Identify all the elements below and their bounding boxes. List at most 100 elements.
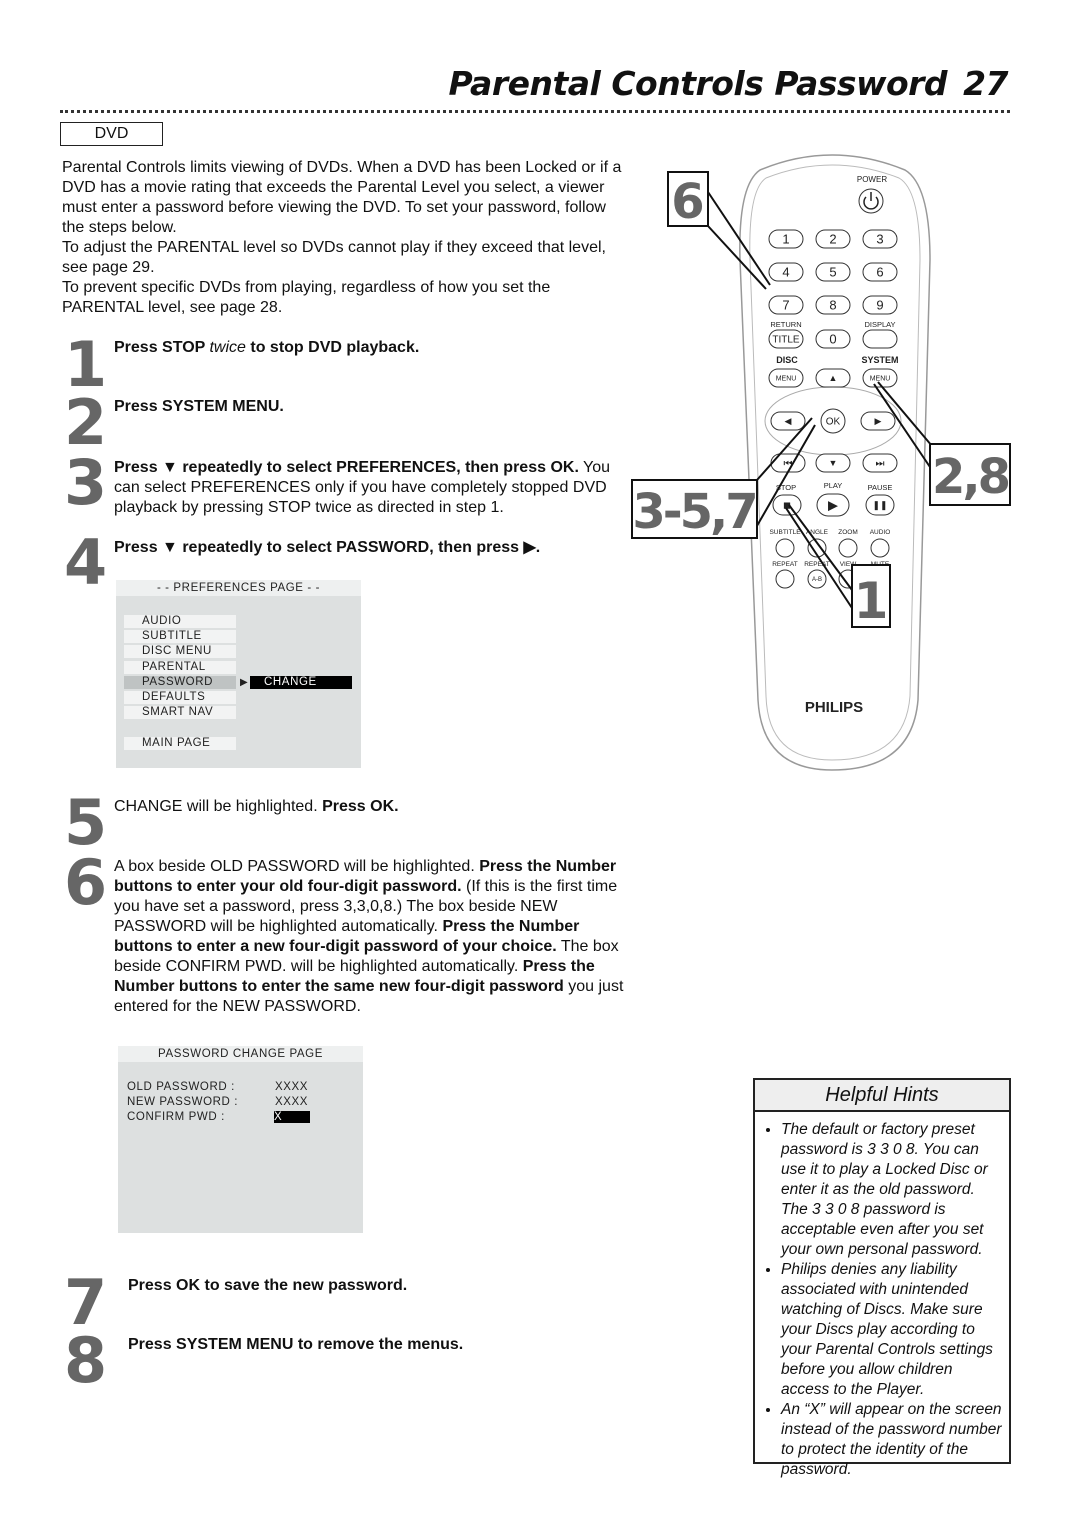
ok-label: OK [826, 417, 841, 428]
display-button[interactable] [862, 329, 898, 349]
next-icon: ⏭ [876, 459, 885, 470]
intro-paragraph: Parental Controls limits viewing of DVDs… [62, 159, 622, 236]
menu-title: PASSWORD CHANGE PAGE [118, 1046, 363, 1062]
display-label: DISPLAY [864, 320, 895, 329]
step-number: 5 [64, 786, 108, 859]
intro-paragraph: To prevent specific DVDs from playing, r… [62, 279, 551, 316]
hints-list: The default or factory preset password i… [755, 1120, 1009, 1480]
zoom-label: ZOOM [838, 529, 858, 536]
callout-3-5-7: 3-5,7 [632, 484, 755, 540]
menu-item[interactable]: SUBTITLE [124, 630, 236, 643]
menu-item[interactable]: PARENTAL [124, 661, 236, 674]
remote-control-illustration: POWER 1 2 34 5 67 8 9TITLE 0MENU ▲ MENU◀ OK ▶⏮ ▼ ⏭■ ▶ ❚… [631, 154, 1012, 771]
step-number: 2 [64, 386, 108, 459]
digit-button-label: 4 [782, 265, 789, 280]
page-title: Parental Controls Password 27 [448, 64, 1008, 103]
digit-button-label: 1 [782, 232, 789, 247]
preferences-menu-screen: - - PREFERENCES PAGE - - AUDIO SUBTITLE … [116, 580, 361, 768]
audio-button[interactable] [870, 538, 890, 558]
section-tag: DVD [60, 122, 163, 146]
disc-menu-button-label: MENU [776, 376, 797, 383]
digit-button-label: 7 [782, 298, 789, 313]
audio-label: AUDIO [870, 529, 891, 536]
disc-label: DISC [776, 355, 798, 365]
digit-button-label: 6 [876, 265, 883, 280]
step-text-segment: Press SYSTEM MENU. [114, 398, 284, 415]
new-password-value[interactable]: XXXX [275, 1096, 308, 1108]
confirm-password-value[interactable]: X [274, 1111, 310, 1123]
step-text-segment: Press OK. [322, 798, 399, 815]
menu-item-selected[interactable]: PASSWORD [124, 676, 236, 689]
step-text: Press SYSTEM MENU. [114, 397, 626, 417]
arrow-right-icon: ▶ [240, 677, 249, 688]
zoom-button[interactable] [838, 538, 858, 558]
hint-item: Philips denies any liability associ­ated… [781, 1260, 1003, 1400]
hint-item: The default or factory preset password i… [781, 1120, 1003, 1260]
field-label: OLD PASSWORD : [127, 1081, 235, 1093]
digit-button-label: 3 [876, 232, 883, 247]
digit-button-label: 8 [829, 298, 836, 313]
digit-button-label: 9 [876, 298, 883, 313]
menu-item[interactable]: DEFAULTS [124, 691, 236, 704]
step-text: A box beside OLD PASSWORD will be highli… [114, 857, 624, 1017]
hint-item: An “X” will appear on the screen instead… [781, 1400, 1003, 1480]
step-number: 8 [64, 1324, 108, 1397]
menu-item[interactable]: AUDIO [124, 615, 236, 628]
subtitle-button[interactable] [775, 538, 795, 558]
step-text: Press STOP twice to stop DVD playback. [114, 338, 626, 358]
manual-page: Parental Controls Password 27 DVD Parenta… [0, 0, 1080, 1528]
intro-paragraph: To adjust the PARENTAL level so DVDs can… [62, 239, 606, 276]
menu-item[interactable]: DISC MENU [124, 645, 236, 658]
step-text: Press ▼ repeatedly to select PASSWORD, t… [114, 538, 626, 558]
repeat-button[interactable] [775, 569, 795, 589]
repeat-label: REPEAT [772, 561, 798, 568]
old-password-value[interactable]: XXXX [275, 1081, 308, 1093]
password-change-screen: PASSWORD CHANGE PAGE OLD PASSWORD : XXXX… [118, 1046, 363, 1233]
pause-icon: ❚❚ [872, 500, 887, 511]
step-text-segment: A box beside OLD PASSWORD will be highli… [114, 858, 480, 875]
step-text-segment: CHANGE will be highlighted. [114, 798, 323, 815]
subtitle-label: SUBTITLE [769, 529, 801, 536]
digit-button-label: 2 [829, 232, 836, 247]
title-text: Parental Controls Password [448, 64, 948, 103]
step-text-segment: twice [209, 339, 246, 356]
right-arrow-icon: ▶ [875, 416, 882, 426]
title-button-label: TITLE [772, 335, 800, 346]
main-page-item[interactable]: MAIN PAGE [124, 737, 236, 750]
menu-title: - - PREFERENCES PAGE - - [116, 580, 361, 596]
step-text: Press SYSTEM MENU to remove the menus. [128, 1335, 640, 1355]
step-text: Press ▼ repeatedly to select PREFERENCES… [114, 458, 626, 518]
step-text-segment: Press ▼ repeatedly to select PASSWORD, t… [114, 539, 541, 556]
step-text: Press OK to save the new password. [128, 1276, 640, 1296]
step-number: 4 [64, 526, 108, 599]
dotted-divider [60, 110, 1010, 113]
system-menu-button-label: MENU [870, 376, 891, 383]
callout-1: 1 [854, 572, 889, 630]
left-arrow-icon: ◀ [785, 416, 792, 426]
philips-logo: PHILIPS [805, 699, 863, 716]
ab-label: A-B [812, 577, 822, 583]
field-label: NEW PASSWORD : [127, 1096, 239, 1108]
step-text-segment: Press STOP [114, 339, 210, 356]
change-option[interactable]: CHANGE [250, 676, 352, 689]
step-text-segment: Press SYSTEM MENU to remove the menus. [128, 1336, 464, 1353]
play-label: PLAY [824, 481, 843, 490]
hints-title: Helpful Hints [755, 1080, 1009, 1112]
power-label: POWER [857, 175, 887, 184]
step-number: 3 [64, 446, 108, 519]
down-arrow-icon: ▼ [829, 458, 838, 468]
menu-item[interactable]: SMART NAV [124, 706, 236, 719]
step-text-segment: Press OK to save the new password. [128, 1277, 408, 1294]
up-arrow-icon: ▲ [829, 373, 838, 383]
return-label: RETURN [770, 320, 801, 329]
pause-label: PAUSE [868, 483, 893, 492]
callout-2-8: 2,8 [932, 449, 1009, 505]
zero-button-label: 0 [829, 332, 836, 347]
step-text-segment: to stop DVD playback. [245, 339, 420, 356]
page-number: 27 [963, 64, 1008, 103]
digit-button-label: 5 [829, 265, 836, 280]
play-icon: ▶ [828, 498, 838, 513]
helpful-hints-box: Helpful Hints The default or factory pre… [753, 1078, 1011, 1478]
callout-6: 6 [671, 174, 704, 230]
step-text-segment: Press ▼ repeatedly to select PREFERENCES… [114, 459, 579, 476]
